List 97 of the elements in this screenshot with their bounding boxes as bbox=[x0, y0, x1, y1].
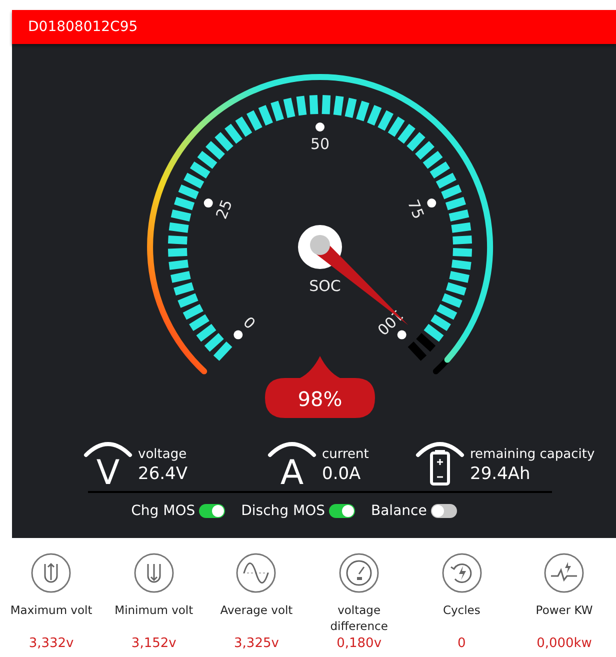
reading-value: 26.4V bbox=[138, 464, 188, 484]
gauge-tick bbox=[416, 333, 436, 352]
reading-value: 0.0A bbox=[322, 464, 362, 484]
gauge-icon bbox=[338, 552, 380, 594]
gauge-tick bbox=[436, 304, 458, 320]
gauge-tick bbox=[406, 132, 426, 152]
scale-dot bbox=[234, 330, 243, 340]
switch-label: Chg MOS bbox=[131, 503, 196, 519]
cycle-bolt-icon bbox=[440, 552, 483, 594]
arrow-down-icon bbox=[132, 552, 175, 594]
scale-dot bbox=[204, 198, 213, 208]
scale-label: 50 bbox=[310, 135, 330, 154]
gauge-tick bbox=[178, 184, 199, 200]
gauge-tick bbox=[442, 293, 462, 308]
gauge-tick bbox=[189, 314, 210, 332]
stat-value: 3,325v bbox=[234, 636, 279, 651]
gauge-tick bbox=[224, 124, 242, 144]
gauge-tick bbox=[424, 324, 444, 342]
gauge-tick bbox=[446, 282, 466, 296]
stat-value: 3,332v bbox=[28, 636, 74, 651]
switch-label: Dischg MOS bbox=[241, 503, 325, 519]
gauge-tick bbox=[322, 94, 331, 114]
reading-label: current bbox=[322, 447, 369, 462]
gauge-tick bbox=[204, 333, 224, 352]
scale-label: 25 bbox=[212, 197, 236, 222]
gauge-tick bbox=[356, 100, 370, 122]
gauge-tick bbox=[214, 132, 234, 152]
stat-value: 0 bbox=[458, 636, 466, 651]
gauge-tick bbox=[206, 141, 225, 160]
soc-value: 98% bbox=[298, 387, 342, 411]
scale-label: 75 bbox=[404, 197, 428, 222]
gauge-tick bbox=[182, 304, 204, 320]
scale-label: 0 bbox=[240, 312, 260, 332]
gauge-tick bbox=[436, 172, 456, 189]
gauge-tick bbox=[344, 98, 357, 118]
gauge-tick bbox=[415, 141, 434, 160]
scale-dot bbox=[427, 198, 436, 208]
arrow-up-icon bbox=[30, 552, 72, 594]
gauge-tick bbox=[452, 236, 472, 244]
stat-label: voltage difference bbox=[329, 602, 389, 635]
device-id: D01808012C95 bbox=[28, 19, 138, 35]
stat-label: Cycles bbox=[442, 602, 480, 619]
gauge-tick bbox=[197, 150, 218, 169]
gauge-tick bbox=[270, 100, 284, 122]
gauge-tick bbox=[168, 260, 189, 270]
reading-label: voltage bbox=[138, 447, 188, 462]
gauge-tick bbox=[170, 209, 192, 222]
gauge-tick bbox=[168, 222, 189, 233]
toggle-switch[interactable] bbox=[329, 504, 355, 518]
gauge-tick bbox=[441, 184, 462, 200]
gauge-tick bbox=[378, 110, 394, 131]
gauge-tick bbox=[184, 172, 204, 189]
gauge-tick bbox=[452, 248, 472, 257]
needle-cap bbox=[310, 235, 330, 255]
stat-label: Average volt bbox=[220, 602, 293, 619]
stat-value: 3,152v bbox=[131, 636, 176, 651]
switch-label: Balance bbox=[371, 503, 427, 519]
gauge-tick bbox=[196, 324, 216, 342]
pulse-bolt-icon bbox=[543, 552, 586, 594]
gauge-tick bbox=[445, 196, 466, 210]
gauge-tick bbox=[190, 162, 210, 178]
gauge-tick bbox=[333, 96, 344, 116]
sine-wave-icon bbox=[235, 552, 278, 594]
gauge-tick bbox=[258, 104, 273, 126]
gauge-tick bbox=[367, 104, 382, 126]
gauge-tick bbox=[430, 162, 450, 178]
gauge-tick bbox=[174, 282, 194, 296]
gauge-arc-remainder bbox=[432, 356, 450, 374]
gauge-tick bbox=[174, 196, 195, 210]
stat-label: Minimum volt bbox=[114, 602, 194, 619]
gauge-tick bbox=[168, 248, 188, 257]
stat-label: Power KW bbox=[536, 602, 593, 619]
reading-value: 29.4Ah bbox=[470, 464, 532, 484]
gauge-tick bbox=[170, 271, 191, 283]
stat-value: 0,000kw bbox=[536, 636, 592, 651]
gauge-label: SOC bbox=[309, 277, 341, 295]
gauge-tick bbox=[168, 236, 188, 244]
stat-value: 0,180v bbox=[336, 636, 382, 651]
gauge-tick bbox=[448, 209, 470, 222]
gauge-tick bbox=[398, 124, 416, 144]
toggle-switch[interactable] bbox=[199, 504, 226, 518]
gauge-tick bbox=[388, 116, 405, 137]
scale-dot bbox=[316, 122, 324, 132]
gauge-tick bbox=[296, 96, 307, 116]
gauge-tick bbox=[178, 293, 198, 308]
stat-label: Maximum volt bbox=[10, 602, 92, 619]
gauge-tick bbox=[309, 94, 318, 114]
reading-label: remaining capacity bbox=[470, 447, 595, 462]
gauge-tick bbox=[451, 260, 472, 270]
gauge-tick bbox=[283, 98, 296, 118]
gauge-tick bbox=[451, 222, 472, 233]
gauge-tick bbox=[422, 150, 443, 169]
gauge-tick bbox=[235, 116, 252, 137]
gauge-tick bbox=[246, 110, 262, 131]
gauge-tick bbox=[449, 271, 470, 283]
gauge-tick bbox=[430, 314, 451, 332]
toggle-switch[interactable] bbox=[430, 504, 457, 518]
